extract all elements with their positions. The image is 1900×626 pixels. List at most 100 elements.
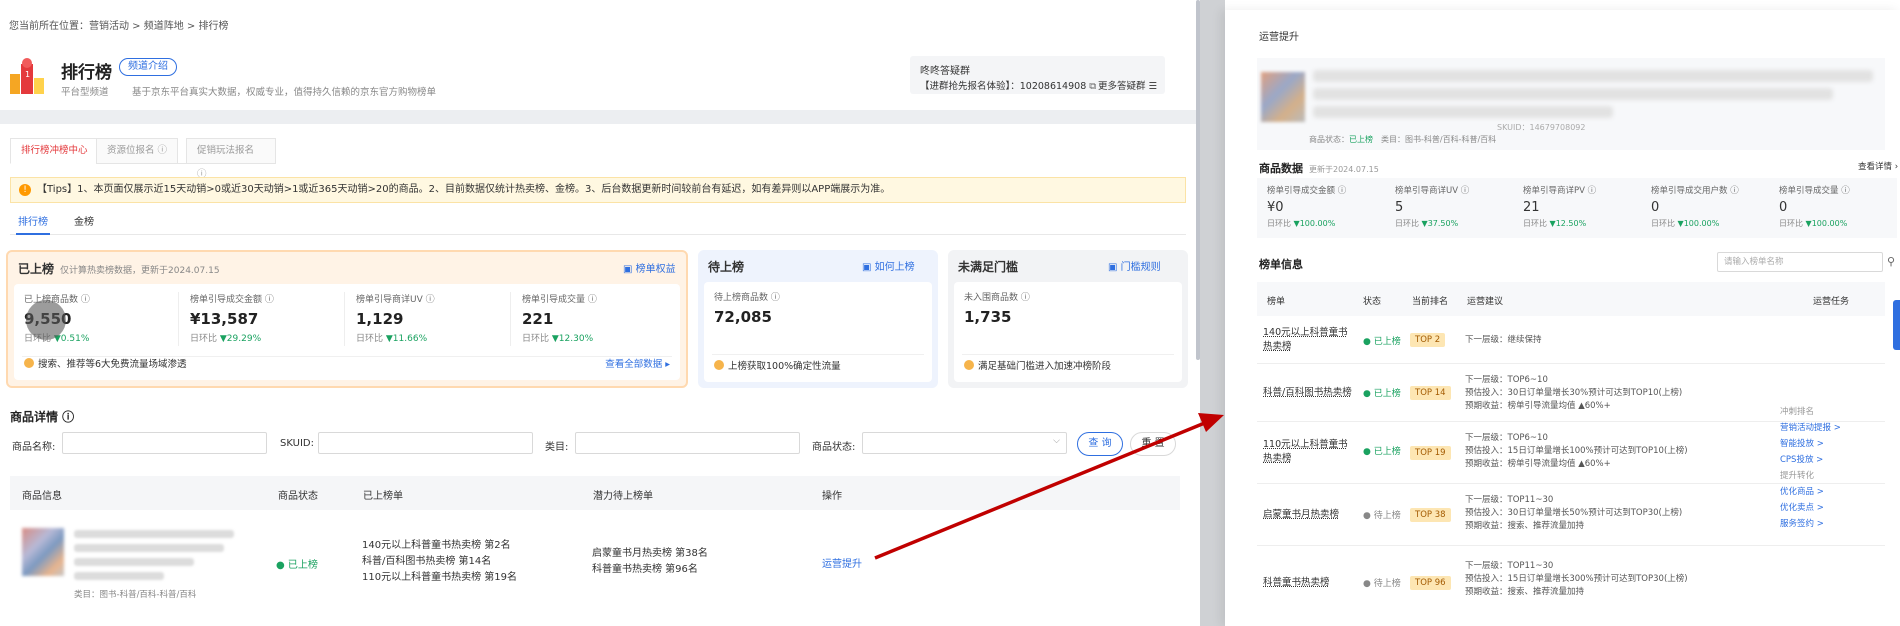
tab-golden[interactable]: 金榜 xyxy=(74,213,94,235)
listed-footer: 搜索、推荐等6大免费流量场域渗透 xyxy=(24,356,187,370)
filter-skuid-label: SKUID: xyxy=(280,438,314,449)
tab-resource-signup[interactable]: 资源位报名 ⓘ xyxy=(96,138,179,164)
pending-metrics-panel: 待上榜商品数 ⓘ 72,085 上榜获取100%确定性流量 xyxy=(704,282,932,382)
modal-backdrop xyxy=(1200,0,1225,626)
filter-category-label: 类目: xyxy=(545,442,569,453)
separator-band xyxy=(0,110,1200,124)
tips-banner: ! 【Tips】1、本页面仅展示近15天动销>0或近30天动销>1或近365天动… xyxy=(10,177,1186,203)
unmet-metrics-panel: 未入围商品数 ⓘ 1,735 满足基础门槛进入加速冲榜阶段 xyxy=(954,282,1182,382)
qa-group-number: 【进群抢先报名体验】：10208614908 ⧉ xyxy=(920,81,1097,92)
ranking-subtabs: 排行榜 金榜 xyxy=(10,213,1186,235)
status-select[interactable]: ⌵ xyxy=(862,432,1067,454)
panel-metrics: 榜单引导成交金额 ⓘ ¥0 日环比 ▼100.00% 榜单引导商详UV ⓘ 5 日环比 … xyxy=(1257,178,1897,238)
view-all-data-link[interactable]: 查看全部数据 ▸ xyxy=(605,356,670,370)
threshold-rules-link[interactable]: ▣ 门槛规则 xyxy=(1108,258,1161,273)
unmet-card-title: 未满足门槛 xyxy=(958,260,1019,274)
category-input[interactable] xyxy=(575,432,800,454)
reset-button[interactable]: 重 置 xyxy=(1130,432,1176,456)
pending-card-title: 待上榜 xyxy=(708,260,745,274)
top-tabs: 排行榜冲榜中心 资源位报名 ⓘ 促销玩法报名 ⓘ xyxy=(10,138,276,180)
panel-metric-volume: 榜单引导成交量 ⓘ 0 日环比 ▼100.00% xyxy=(1779,186,1850,228)
panel-data-title: 商品数据 更新于2024.07.15 xyxy=(1259,162,1379,175)
product-info: 类目：图书-科普/百科-科普/百科 xyxy=(22,524,242,600)
metric-volume: 榜单引导成交量 ⓘ 221 日环比 ▼12.30% xyxy=(522,295,597,344)
side-drawer-tab[interactable] xyxy=(1893,300,1900,350)
metric-pending-count: 待上榜商品数 ⓘ 72,085 xyxy=(714,293,780,326)
listed-card: 已上榜 仅计算热卖榜数据，更新于2024.07.15 ▣ 榜单权益 已上榜商品数 … xyxy=(6,250,688,388)
panel-list-title: 榜单信息 xyxy=(1259,258,1303,271)
ranking-search-input[interactable]: 请输入榜单名称 xyxy=(1717,252,1883,272)
list-icon: ☰ xyxy=(1148,81,1158,92)
svg-text:1: 1 xyxy=(25,70,30,79)
product-details-title: 商品详情 ⓘ xyxy=(10,410,75,424)
task-marketing-signup[interactable]: 营销活动提报 > xyxy=(1780,420,1841,436)
filter-status-label: 商品状态: xyxy=(812,442,856,453)
search-icon[interactable]: ⚲ xyxy=(1887,255,1895,268)
ops-improve-panel: 运营提升 SKUID：14679708092 商品状态：已上榜 类目：图书-科普… xyxy=(1225,10,1900,626)
chevron-down-icon: ⌵ xyxy=(1053,436,1060,446)
metric-unmet-count: 未入围商品数 ⓘ 1,735 xyxy=(964,293,1030,326)
main-page: 您当前所在位置：营销活动 > 频道阵地 > 排行榜 1 排行榜 频道介绍 平台型… xyxy=(0,0,1200,626)
channel-type: 平台型频道 xyxy=(61,87,109,98)
ranking-row: 科普童书热卖榜 ● 待上榜 TOP 96 下一层级：TOP11~30 预估投入：1… xyxy=(1263,561,1688,597)
ranking-name[interactable]: 110元以上科普童书热卖榜 xyxy=(1263,438,1353,466)
ranking-name[interactable]: 启蒙童书月热卖榜 xyxy=(1263,508,1363,522)
how-to-list-link[interactable]: ▣ 如何上榜 xyxy=(862,258,915,273)
skuid-input[interactable] xyxy=(318,432,533,454)
panel-product-image xyxy=(1261,72,1305,122)
channel-intro-chip[interactable]: 频道介绍 xyxy=(119,58,177,76)
tab-ranking[interactable]: 排行榜 xyxy=(16,213,50,235)
filter-name-label: 商品名称: xyxy=(12,442,56,453)
task-service-contract[interactable]: 服务签约 > xyxy=(1780,516,1841,532)
rank-badge: TOP 19 xyxy=(1410,446,1451,460)
query-button[interactable]: 查 询 xyxy=(1077,432,1123,456)
ranking-name[interactable]: 140元以上科普童书热卖榜 xyxy=(1263,326,1353,354)
tab-ranking-center[interactable]: 排行榜冲榜中心 xyxy=(10,138,99,164)
qa-group-title: 咚咚答疑群 xyxy=(920,66,970,77)
more-groups-link[interactable]: 更多答疑群 ☰ xyxy=(1098,78,1157,92)
panel-skuid: SKUID：14679708092 xyxy=(1497,123,1586,132)
ops-tasks: 冲刺排名 营销活动提报 > 智能投放 > CPS投放 > 提升转化 优化商品 >… xyxy=(1780,404,1841,532)
task-smart-ads[interactable]: 智能投放 > xyxy=(1780,436,1841,452)
bulb-icon xyxy=(964,360,974,370)
copy-icon[interactable]: ⧉ xyxy=(1089,81,1096,92)
task-cps-ads[interactable]: CPS投放 > xyxy=(1780,452,1841,468)
listed-metrics-panel: 已上榜商品数 ⓘ 9,550 日环比 ▼0.51% 榜单引导成交金额 ⓘ ¥13… xyxy=(14,284,680,380)
play-overlay-icon[interactable] xyxy=(26,300,66,340)
ops-improve-link[interactable]: 运营提升 xyxy=(822,555,862,570)
rank-badge: TOP 38 xyxy=(1410,508,1451,522)
panel-metric-uv: 榜单引导商详UV ⓘ 5 日环比 ▼37.50% xyxy=(1395,186,1470,228)
tab-promo-signup[interactable]: 促销玩法报名 ⓘ xyxy=(186,138,276,180)
panel-metric-buyers: 榜单引导成交用户数 ⓘ 0 日环比 ▼100.00% xyxy=(1651,186,1739,228)
metric-uv: 榜单引导商详UV ⓘ 1,129 日环比 ▼11.66% xyxy=(356,295,435,344)
product-name-input[interactable] xyxy=(62,432,267,454)
ranking-name[interactable]: 科普童书热卖榜 xyxy=(1263,576,1363,590)
product-table-header: 商品信息 商品状态 已上榜单 潜力待上榜单 操作 xyxy=(10,476,1180,510)
panel-product-meta: 商品状态：已上榜 类目：图书-科普/百科-科普/百科 xyxy=(1309,135,1497,144)
potential-rankings: 启蒙童书月热卖榜 第38名 科普童书热卖榜 第96名 xyxy=(592,548,708,575)
listed-benefits-link[interactable]: ▣ 榜单权益 xyxy=(623,260,676,275)
metric-gmv: 榜单引导成交金额 ⓘ ¥13,587 日环比 ▼29.29% xyxy=(190,295,274,344)
ranking-logo-icon: 1 xyxy=(10,58,44,94)
product-status: ● 已上榜 xyxy=(276,560,318,571)
pending-card: 待上榜 ▣ 如何上榜 待上榜商品数 ⓘ 72,085 上榜获取100%确定性流量 xyxy=(698,250,938,388)
page-title: 排行榜 xyxy=(61,63,112,83)
breadcrumb: 您当前所在位置：营销活动 > 频道阵地 > 排行榜 xyxy=(9,21,229,32)
task-optimize-product[interactable]: 优化商品 > xyxy=(1780,484,1841,500)
rank-badge: TOP 14 xyxy=(1410,386,1451,400)
task-optimize-selling-points[interactable]: 优化卖点 > xyxy=(1780,500,1841,516)
panel-metric-gmv: 榜单引导成交金额 ⓘ ¥0 日环比 ▼100.00% xyxy=(1267,186,1347,228)
rank-badge: TOP 2 xyxy=(1410,333,1446,347)
panel-table-header: 榜单 状态 当前排名 运营建议 运营任务 xyxy=(1257,282,1885,316)
pending-footer: 上榜获取100%确定性流量 xyxy=(714,358,841,372)
product-image xyxy=(22,528,64,576)
ranking-name[interactable]: 科普/百科图书热卖榜 xyxy=(1263,386,1353,400)
bulb-icon xyxy=(24,358,34,368)
bulb-icon xyxy=(714,360,724,370)
warning-icon: ! xyxy=(19,184,31,196)
panel-metric-pv: 榜单引导商详PV ⓘ 21 日环比 ▼12.50% xyxy=(1523,186,1597,228)
panel-data-more-link[interactable]: 查看详情 › xyxy=(1858,160,1898,172)
channel-description: 基于京东平台真实大数据，权威专业，值得持久信赖的京东官方购物榜单 xyxy=(132,87,437,98)
qa-group-box: 咚咚答疑群 【进群抢先报名体验】：10208614908 ⧉ 更多答疑群 ☰ xyxy=(910,56,1165,94)
rank-badge: TOP 96 xyxy=(1410,576,1451,590)
